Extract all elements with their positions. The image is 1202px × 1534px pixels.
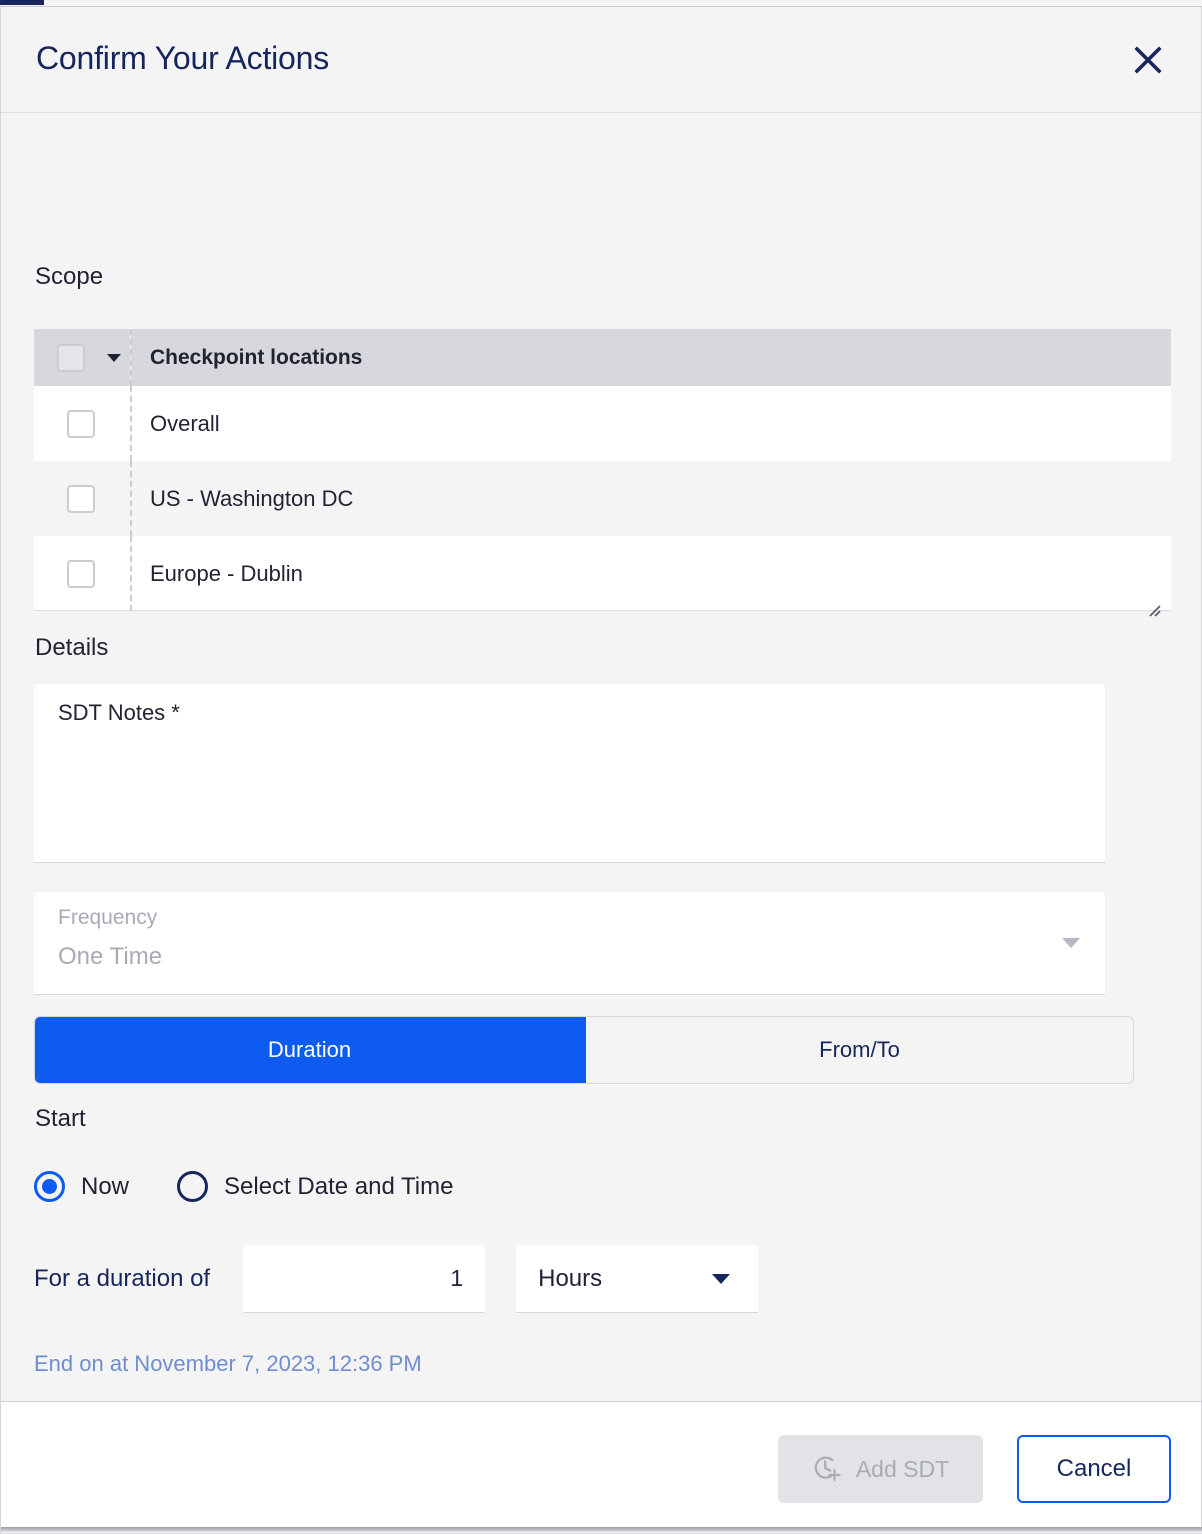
table-header-row: Checkpoint locations [34,329,1171,386]
row-select-cell [34,461,131,536]
start-section-label: Start [35,1105,86,1133]
radio-start-select-date-time[interactable]: Select Date and Time [177,1171,453,1202]
dialog-body: Scope Checkpoint locations [1,113,1201,1401]
tab-from-to[interactable]: From/To [584,1017,1133,1083]
row-location-name: Europe - Dublin [131,536,834,611]
dialog-header: Confirm Your Actions [1,7,1201,113]
radio-start-now[interactable]: Now [34,1171,129,1202]
row-location-name: US - Washington DC [131,461,834,536]
select-all-cell [34,329,131,386]
duration-row: For a duration of Hours [34,1245,758,1313]
frequency-value: One Time [58,943,162,971]
caret-down-icon[interactable] [1062,938,1080,948]
add-sdt-button-label: Add SDT [856,1456,949,1483]
table-row[interactable]: Overall [34,386,1171,461]
dialog-title: Confirm Your Actions [36,40,329,77]
close-icon[interactable] [1131,43,1165,77]
end-on-text: End on at November 7, 2023, 12:36 PM [34,1351,422,1377]
radio-indicator-unselected [177,1171,208,1202]
duration-unit-select[interactable]: Hours [516,1245,758,1313]
cancel-button[interactable]: Cancel [1017,1435,1171,1503]
duration-prefix-label: For a duration of [34,1265,210,1293]
clock-plus-icon [812,1454,842,1484]
table-row[interactable]: Europe - Dublin [34,536,1171,611]
radio-indicator-selected [34,1171,65,1202]
table-row[interactable]: US - Washington DC [34,461,1171,536]
details-section-label: Details [35,634,108,662]
tab-duration[interactable]: Duration [35,1017,584,1083]
radio-label-select-date-and-time: Select Date and Time [224,1173,453,1201]
frequency-select[interactable]: Frequency One Time [34,892,1105,995]
window-bottom-edge [1,1527,1202,1533]
sdt-notes-input[interactable] [34,684,1105,863]
row-extra-cell [834,461,1171,536]
scope-section-label: Scope [35,263,103,291]
start-radio-group: Now Select Date and Time [34,1171,453,1202]
frequency-label: Frequency [58,906,157,930]
duration-amount-input[interactable] [243,1245,485,1313]
select-all-checkbox[interactable] [57,344,85,372]
column-header-blank [834,329,1171,386]
radio-dot [42,1179,57,1194]
row-location-name: Overall [131,386,834,461]
schedule-mode-tabs: Duration From/To [34,1016,1134,1084]
caret-down-icon[interactable] [712,1274,730,1284]
column-header-checkpoint-locations[interactable]: Checkpoint locations [131,329,834,386]
background-accent-bar [0,0,44,5]
checkpoint-locations-table: Checkpoint locations Overall US - Wash [34,329,1171,611]
caret-down-icon[interactable] [107,354,121,362]
row-select-cell [34,386,131,461]
row-checkbox[interactable] [67,485,95,513]
add-sdt-button[interactable]: Add SDT [778,1435,983,1503]
row-extra-cell [834,536,1171,611]
confirm-actions-dialog: Confirm Your Actions Scope Checkpoint lo… [0,6,1202,1534]
radio-label-now: Now [81,1173,129,1201]
row-select-cell [34,536,131,611]
row-extra-cell [834,386,1171,461]
row-checkbox[interactable] [67,410,95,438]
dialog-footer: Add SDT Cancel [1,1401,1201,1533]
row-checkbox[interactable] [67,560,95,588]
duration-unit-value: Hours [538,1265,602,1293]
